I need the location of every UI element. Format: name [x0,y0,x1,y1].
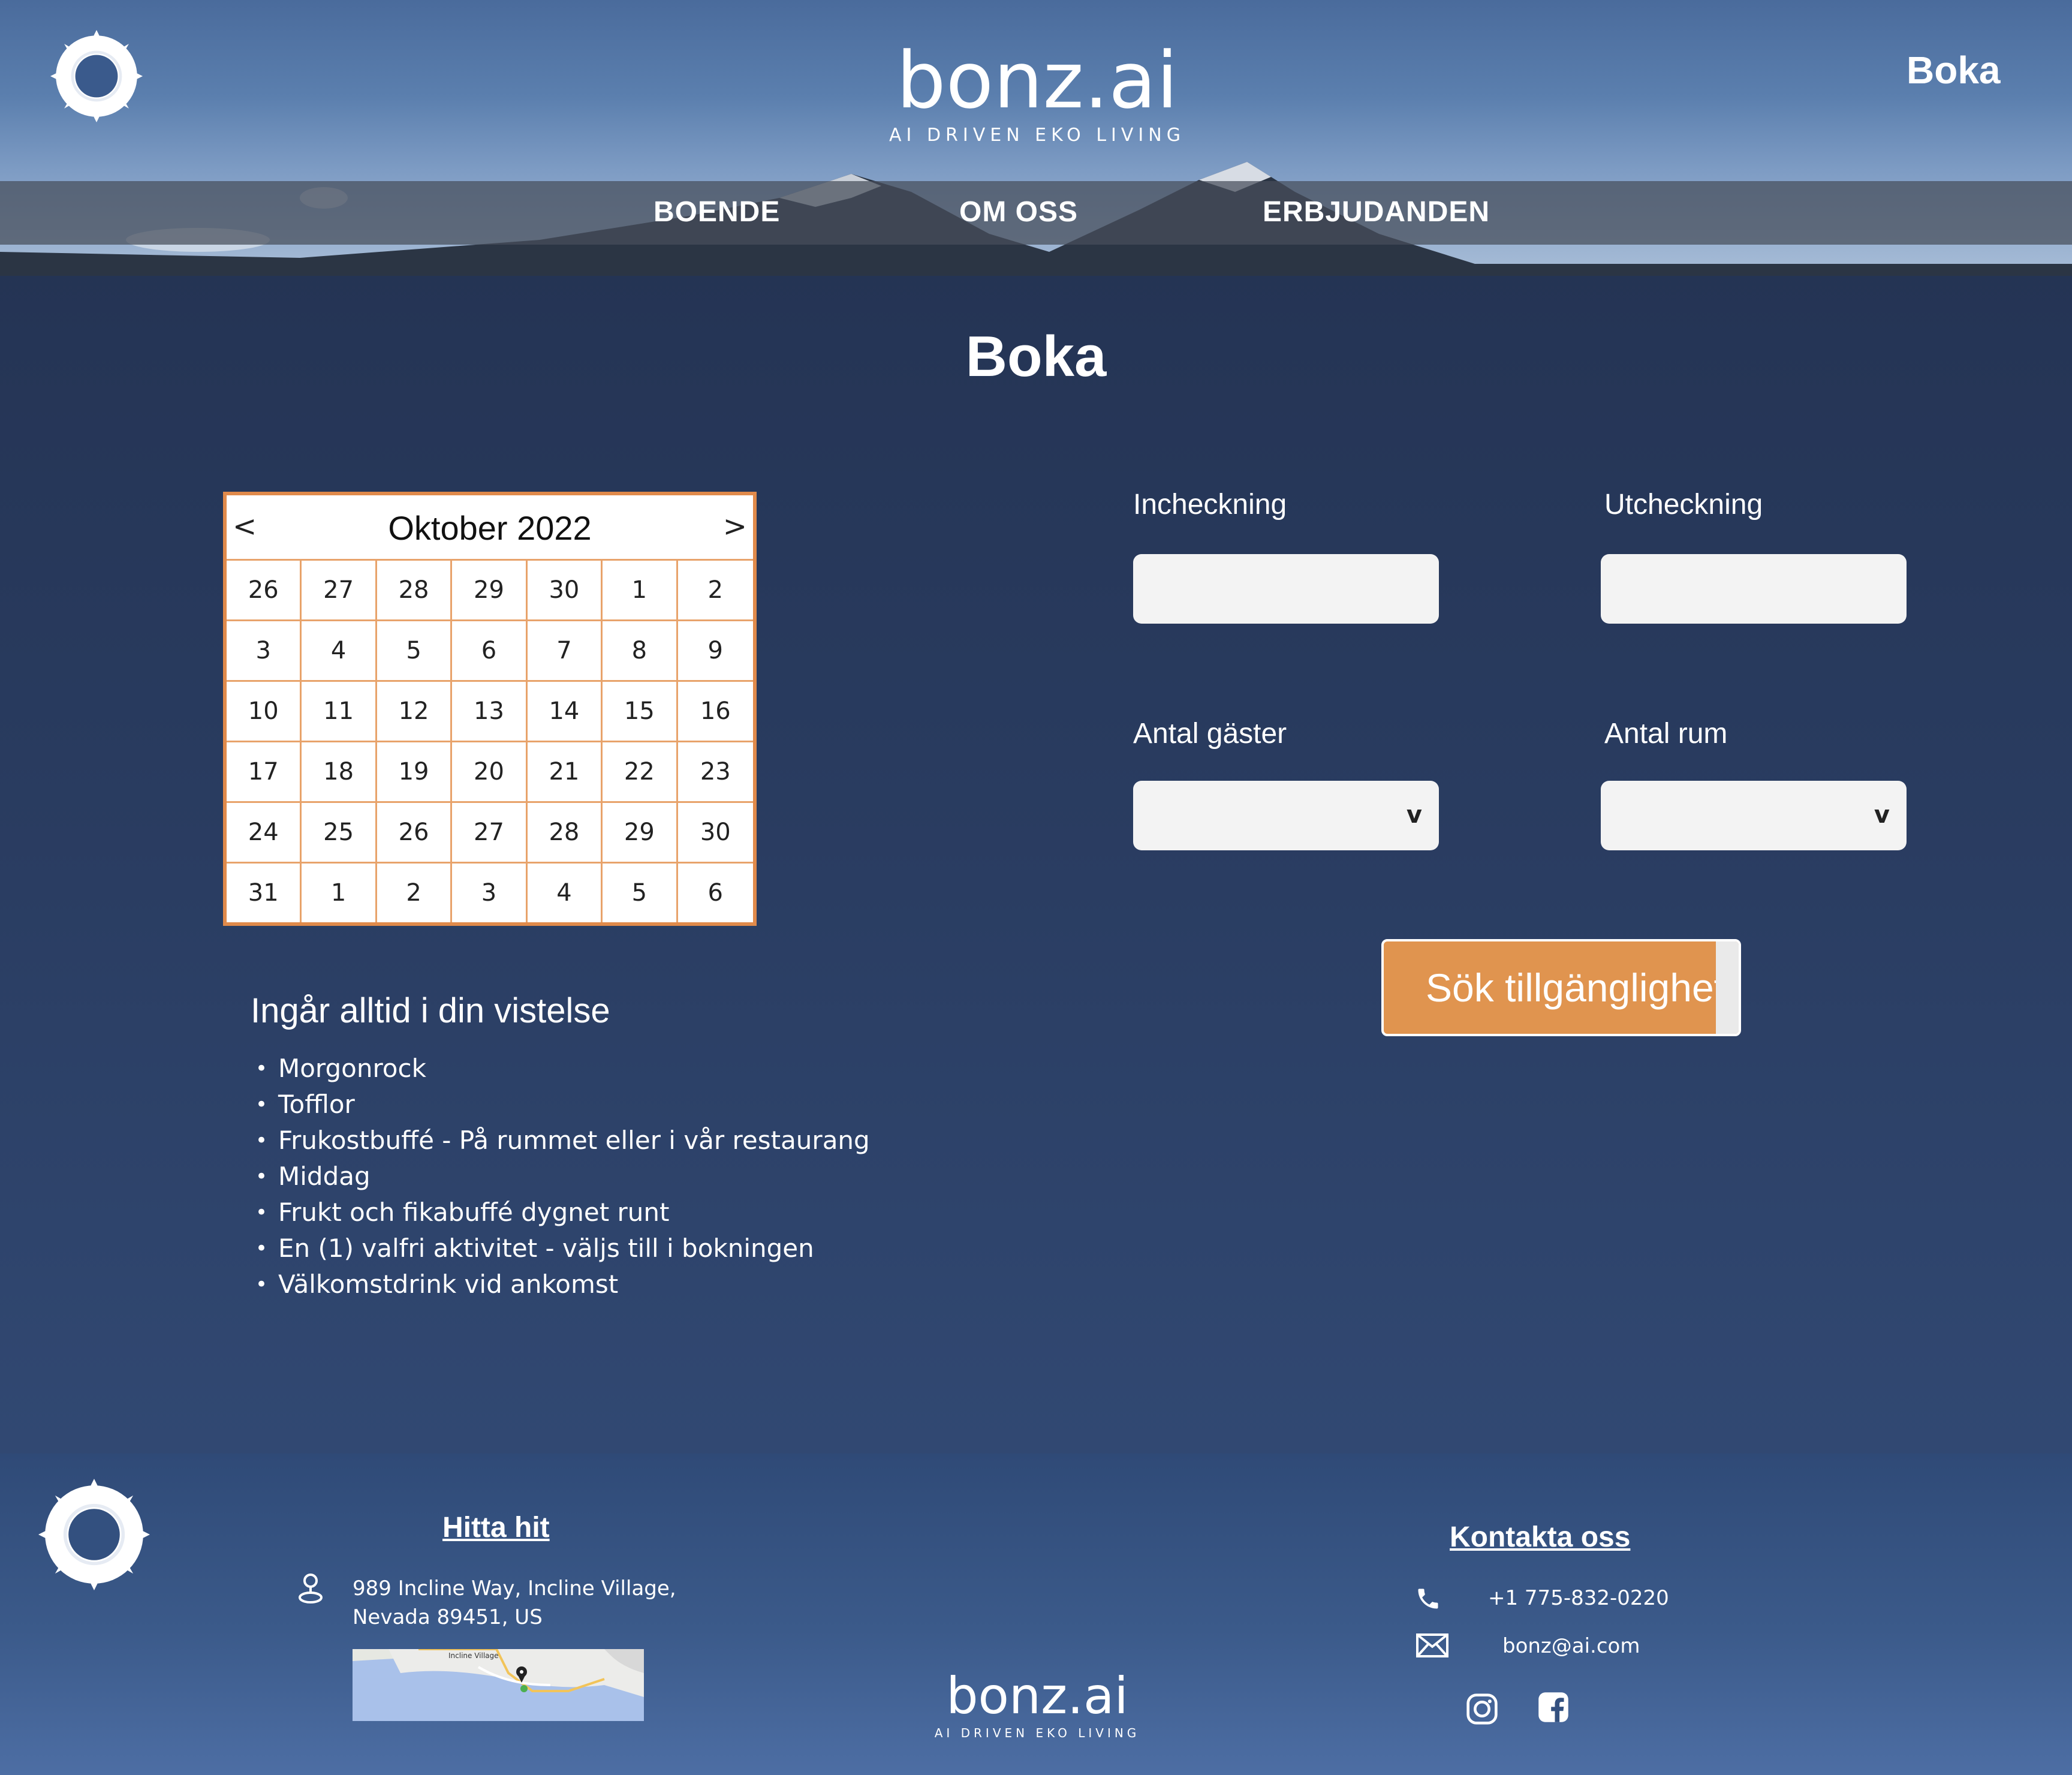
rooms-label: Antal rum [1604,718,1728,750]
calendar-day[interactable]: 3 [452,862,528,922]
calendar-day[interactable]: 14 [527,680,603,741]
calendar-day[interactable]: 24 [227,801,302,862]
calendar-day[interactable]: 12 [377,680,453,741]
included-heading: Ingår alltid i din vistelse [251,991,610,1030]
checkout-input[interactable] [1601,554,1907,624]
list-item: Tofflor [251,1087,870,1123]
list-item: Morgonrock [251,1051,870,1087]
calendar-day[interactable]: 19 [377,741,453,801]
calendar-day[interactable]: 5 [377,619,453,680]
included-list: Morgonrock Tofflor Frukostbuffé - På rum… [251,1051,870,1302]
calendar-next-button[interactable]: > [723,510,747,543]
calendar-day[interactable]: 27 [452,801,528,862]
calendar-day[interactable]: 4 [302,619,377,680]
button-edge [1716,941,1739,1034]
address-line-1: 989 Incline Way, Incline Village, [353,1577,676,1600]
calendar-day[interactable]: 7 [527,619,603,680]
calendar-day[interactable]: 31 [227,862,302,922]
calendar-day[interactable]: 4 [527,862,603,922]
sun-logo-icon[interactable] [50,30,143,122]
nav-item-boende[interactable]: BOENDE [653,195,780,228]
calendar-day[interactable]: 6 [677,862,753,922]
calendar-day[interactable]: 28 [377,559,453,619]
calendar-day[interactable]: 6 [452,619,528,680]
calendar-day[interactable]: 10 [227,680,302,741]
calendar-day[interactable]: 22 [603,741,678,801]
checkin-label: Incheckning [1133,489,1287,521]
calendar-day[interactable]: 17 [227,741,302,801]
nav-item-erbjudanden[interactable]: ERBJUDANDEN [1263,195,1490,228]
guests-select[interactable]: v [1133,781,1439,850]
calendar-day[interactable]: 21 [527,741,603,801]
chevron-down-icon: v [1874,801,1890,829]
calendar-day[interactable]: 2 [377,862,453,922]
calendar-grid: 26 27 28 29 30 1 2 3 4 5 6 7 8 9 10 11 12 13 14 15 16 17 18 19 2… [227,559,753,922]
calendar-day[interactable]: 9 [677,619,753,680]
calendar-day[interactable]: 26 [227,559,302,619]
map-label: Incline Village [448,1651,499,1660]
calendar-day[interactable]: 30 [527,559,603,619]
boka-link[interactable]: Boka [1907,48,2001,92]
list-item: Middag [251,1159,870,1195]
nav-item-om-oss[interactable]: OM OSS [959,195,1078,228]
phone-number[interactable]: +1 775-832-0220 [1488,1583,1669,1613]
instagram-icon[interactable] [1465,1692,1499,1726]
checkout-label: Utcheckning [1604,489,1763,521]
calendar-day[interactable]: 8 [603,619,678,680]
calendar-day[interactable]: 16 [677,680,753,741]
site-header: bonz.ai AI DRIVEN EKO LIVING Boka BOENDE… [0,0,2072,276]
calendar-day[interactable]: 5 [603,862,678,922]
guests-label: Antal gäster [1133,718,1287,750]
calendar-day[interactable]: 2 [677,559,753,619]
list-item: Välkomstdrink vid ankomst [251,1266,870,1302]
list-item: Frukostbuffé - På rummet eller i vår res… [251,1123,870,1159]
calendar-day[interactable]: 15 [603,680,678,741]
calendar-day[interactable]: 23 [677,741,753,801]
calendar-month-label: Oktober 2022 [388,509,592,547]
brand-tagline: AI DRIVEN EKO LIVING [889,125,1185,146]
calendar-day[interactable]: 26 [377,801,453,862]
checkin-input[interactable] [1133,554,1439,624]
calendar-day[interactable]: 28 [527,801,603,862]
list-item: En (1) valfri aktivitet - väljs till i b… [251,1231,870,1266]
contact-us-link[interactable]: Kontakta oss [1450,1521,1630,1554]
date-calendar: < Oktober 2022 > 26 27 28 29 30 1 2 3 4 5 6 7 8 9 10 11… [223,492,757,926]
calendar-day[interactable]: 29 [452,559,528,619]
email-address[interactable]: bonz@ai.com [1502,1631,1640,1661]
rooms-select[interactable]: v [1601,781,1907,850]
calendar-day[interactable]: 1 [302,862,377,922]
list-item: Frukt och fikabuffé dygnet runt [251,1195,870,1231]
location-pin-icon [299,1574,323,1603]
calendar-day[interactable]: 27 [302,559,377,619]
phone-icon [1418,1589,1438,1609]
brand-name: bonz.ai [896,35,1178,126]
calendar-day[interactable]: 1 [603,559,678,619]
page-title: Boka [965,324,1107,389]
header-brand[interactable]: bonz.ai AI DRIVEN EKO LIVING [851,38,1223,146]
mail-icon [1416,1633,1448,1657]
sun-logo-icon[interactable] [38,1479,150,1590]
calendar-header: < Oktober 2022 > [227,495,753,559]
find-us-link[interactable]: Hitta hit [442,1511,550,1544]
calendar-day[interactable]: 30 [677,801,753,862]
footer-brand-name: bonz.ai [946,1666,1128,1725]
search-button-label: Sök tillgänglighet [1426,965,1725,1010]
calendar-day[interactable]: 11 [302,680,377,741]
footer-brand[interactable]: bonz.ai AI DRIVEN EKO LIVING [917,1667,1157,1740]
footer-brand-tagline: AI DRIVEN EKO LIVING [934,1726,1140,1740]
calendar-day[interactable]: 29 [603,801,678,862]
calendar-day[interactable]: 3 [227,619,302,680]
calendar-day[interactable]: 13 [452,680,528,741]
calendar-day[interactable]: 25 [302,801,377,862]
facebook-icon[interactable] [1537,1691,1570,1723]
location-map[interactable]: Incline Village [353,1649,644,1721]
address-line-2: Nevada 89451, US [353,1605,543,1629]
search-availability-button[interactable]: Sök tillgänglighet [1381,939,1741,1036]
main-nav: BOENDE OM OSS ERBJUDANDEN [0,181,2072,245]
chevron-down-icon: v [1406,801,1422,829]
calendar-day[interactable]: 18 [302,741,377,801]
calendar-day[interactable]: 20 [452,741,528,801]
